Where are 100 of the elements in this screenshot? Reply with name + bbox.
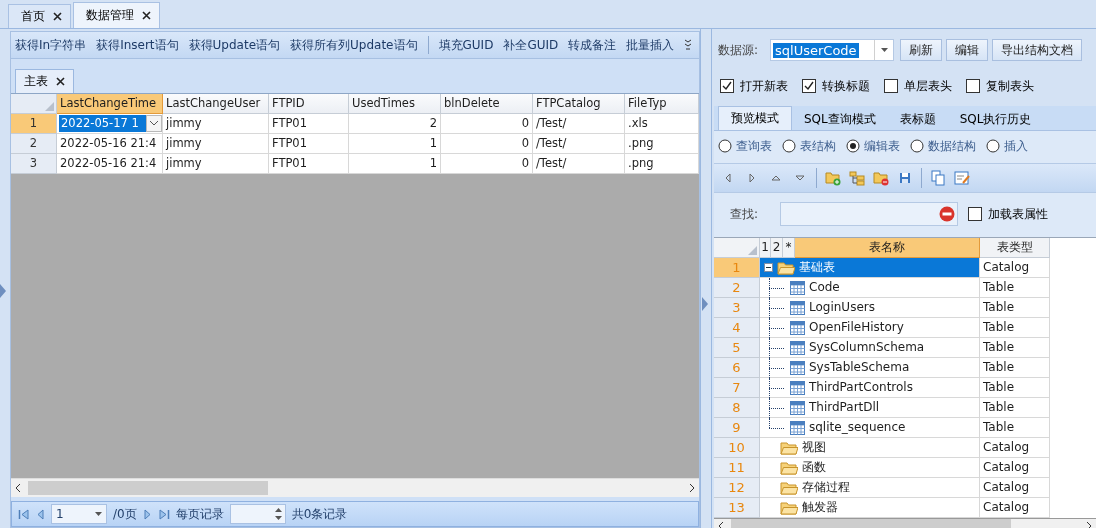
dropdown-button[interactable]: [146, 115, 162, 132]
tree-item-label[interactable]: OpenFileHistory: [809, 318, 904, 337]
clear-icon[interactable]: [939, 206, 956, 222]
checkbox-box[interactable]: [884, 79, 898, 93]
tree-item-label[interactable]: SysTableSchema: [809, 358, 910, 377]
radio-label[interactable]: 数据结构: [928, 137, 976, 155]
mode-tab[interactable]: 预览模式: [718, 106, 792, 130]
toolbar-button[interactable]: 导出结构文档: [992, 39, 1083, 61]
folder-add-icon[interactable]: [825, 170, 841, 186]
last-page-icon[interactable]: [158, 508, 170, 520]
tree-item-label[interactable]: 触发器: [802, 498, 838, 517]
tree-item-label[interactable]: LoginUsers: [809, 298, 875, 317]
scroll-left-icon[interactable]: [15, 484, 20, 492]
close-icon[interactable]: [53, 12, 62, 21]
radio-label[interactable]: 插入: [1004, 137, 1028, 155]
table-cell: Catalog: [980, 258, 1050, 278]
toolbar-button[interactable]: 批量插入: [626, 36, 675, 54]
column-header[interactable]: UsedTimes: [349, 94, 441, 114]
column-header[interactable]: FTPID: [269, 94, 349, 114]
toolbar-button[interactable]: 获得Insert语句: [96, 36, 179, 54]
table-cell: jimmy: [163, 114, 269, 134]
search-field[interactable]: [780, 202, 959, 226]
toolbar-button[interactable]: 刷新: [900, 39, 943, 61]
tree-item-label[interactable]: 存储过程: [802, 478, 850, 497]
toolbar-button[interactable]: 转成备注: [568, 36, 617, 54]
close-icon[interactable]: [142, 11, 151, 20]
column-header[interactable]: 表类型: [980, 238, 1050, 258]
toolbar-button[interactable]: 获得所有列Update语句: [290, 36, 418, 54]
tree-item-label[interactable]: SysColumnSchema: [809, 338, 925, 357]
overflow-chevron-icon[interactable]: [684, 39, 693, 51]
row-number[interactable]: 2: [11, 134, 57, 154]
table-cell: /Test/: [533, 114, 625, 134]
column-header[interactable]: LastChangeUser: [163, 94, 269, 114]
checkbox-box[interactable]: [802, 79, 816, 93]
table-cell: 0: [441, 134, 533, 154]
scroll-right-icon[interactable]: [690, 484, 695, 492]
page-combo[interactable]: 1: [51, 504, 107, 524]
toolbar-button[interactable]: 获得In字符串: [15, 36, 87, 54]
previous-page-icon[interactable]: [35, 508, 45, 520]
collapse-icon[interactable]: [764, 263, 773, 272]
caret-down-icon[interactable]: [880, 48, 888, 52]
radio-button[interactable]: [986, 139, 1000, 153]
tree-item-label[interactable]: ThirdPartDll: [809, 398, 880, 417]
table-icon: [790, 300, 805, 315]
table-cell: Table: [980, 378, 1050, 398]
document-tab[interactable]: 数据管理: [73, 2, 160, 28]
tree-item-label[interactable]: sqlite_sequence: [809, 418, 906, 437]
splitter-arrow-icon[interactable]: [0, 284, 6, 298]
radio-label[interactable]: 查询表: [736, 137, 772, 155]
folder-tree-icon[interactable]: [849, 170, 865, 186]
column-header[interactable]: 2: [771, 238, 783, 258]
tree-item-label[interactable]: 视图: [802, 438, 826, 457]
next-page-icon[interactable]: [142, 508, 153, 520]
first-page-icon[interactable]: [18, 508, 29, 520]
edit-form-icon[interactable]: [954, 170, 970, 186]
mode-tab[interactable]: SQL执行历史: [947, 108, 1044, 130]
toolbar-button[interactable]: 补全GUID: [503, 36, 559, 54]
table-cell: 0: [441, 154, 533, 174]
spinner-arrows-icon[interactable]: [274, 507, 282, 521]
toolbar-button[interactable]: 编辑: [946, 39, 989, 61]
checkbox-box[interactable]: [720, 79, 734, 93]
radio-button[interactable]: [718, 139, 732, 153]
radio-button[interactable]: [910, 139, 924, 153]
tree-item-label[interactable]: Code: [809, 278, 840, 297]
sheet-tab[interactable]: 主表: [15, 69, 74, 93]
column-header[interactable]: FileTyp: [625, 94, 699, 114]
table-cell: 1: [349, 154, 441, 174]
column-header[interactable]: *: [783, 238, 795, 258]
mode-tab[interactable]: SQL查询模式: [792, 108, 888, 130]
column-header[interactable]: 表名称: [795, 238, 980, 258]
radio-button[interactable]: [782, 139, 796, 153]
document-tab[interactable]: 首页: [8, 4, 71, 28]
scrollbar-thumb[interactable]: [28, 481, 268, 495]
radio-label[interactable]: 编辑表: [864, 137, 900, 155]
corner-triangle-icon: [748, 246, 757, 255]
radio-button[interactable]: [846, 139, 860, 153]
mode-tab[interactable]: 表标题: [887, 108, 948, 130]
copy-icon[interactable]: [930, 170, 946, 186]
caret-down-icon[interactable]: [95, 512, 102, 516]
tree-item-label[interactable]: 函数: [802, 458, 826, 477]
scroll-right-icon[interactable]: [1087, 522, 1092, 528]
column-header[interactable]: blnDelete: [441, 94, 533, 114]
datasource-combo[interactable]: sqlUserCode: [770, 39, 895, 61]
tree-item-label[interactable]: 基础表: [799, 258, 835, 277]
column-header[interactable]: FTPCatalog: [533, 94, 625, 114]
checkbox-box[interactable]: [968, 207, 983, 221]
cell-editor[interactable]: 2022-05-17 1: [59, 115, 146, 132]
radio-label[interactable]: 表结构: [800, 137, 836, 155]
tree-item-label[interactable]: ThirdPartControls: [809, 378, 913, 397]
toolbar-button[interactable]: 填充GUID: [438, 36, 494, 54]
toolbar-button[interactable]: 获得Update语句: [188, 36, 281, 54]
row-number[interactable]: 1: [11, 114, 57, 134]
column-header[interactable]: LastChangeTime: [57, 94, 163, 114]
checkbox-box[interactable]: [966, 79, 980, 93]
page-size-spinner[interactable]: [229, 504, 286, 524]
folder-remove-icon[interactable]: [873, 170, 889, 186]
scroll-left-icon[interactable]: [718, 522, 723, 528]
row-number[interactable]: 3: [11, 154, 57, 174]
close-icon[interactable]: [56, 77, 65, 86]
splitter-arrow-icon[interactable]: [702, 297, 708, 311]
